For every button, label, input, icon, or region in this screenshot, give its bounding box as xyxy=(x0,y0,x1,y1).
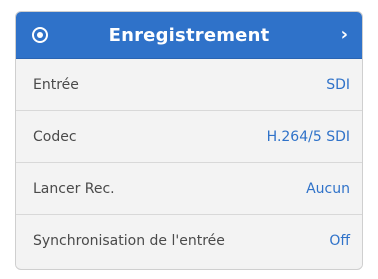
setting-label-codec: Codec xyxy=(33,128,77,145)
setting-label-input-sync: Synchronisation de l'entrée xyxy=(33,233,225,249)
recording-settings-panel: Enregistrement › Entrée SDI Codec H.264/… xyxy=(15,11,363,270)
setting-row-input-sync[interactable]: Synchronisation de l'entrée Off xyxy=(16,215,362,267)
chevron-right-icon[interactable]: › xyxy=(341,26,348,44)
setting-label-trigger-record: Lancer Rec. xyxy=(33,180,115,197)
setting-value-input[interactable]: SDI xyxy=(326,77,350,93)
setting-row-input[interactable]: Entrée SDI xyxy=(16,59,362,111)
recording-header[interactable]: Enregistrement › xyxy=(16,12,362,59)
setting-value-codec[interactable]: H.264/5 SDI xyxy=(267,129,350,145)
setting-value-input-sync[interactable]: Off xyxy=(329,233,350,249)
setting-row-trigger-record[interactable]: Lancer Rec. Aucun xyxy=(16,163,362,215)
header-title: Enregistrement xyxy=(108,24,270,46)
radio-selected-icon[interactable] xyxy=(32,27,48,43)
setting-label-input: Entrée xyxy=(33,76,79,93)
setting-row-codec[interactable]: Codec H.264/5 SDI xyxy=(16,111,362,163)
setting-value-trigger-record[interactable]: Aucun xyxy=(306,181,350,197)
